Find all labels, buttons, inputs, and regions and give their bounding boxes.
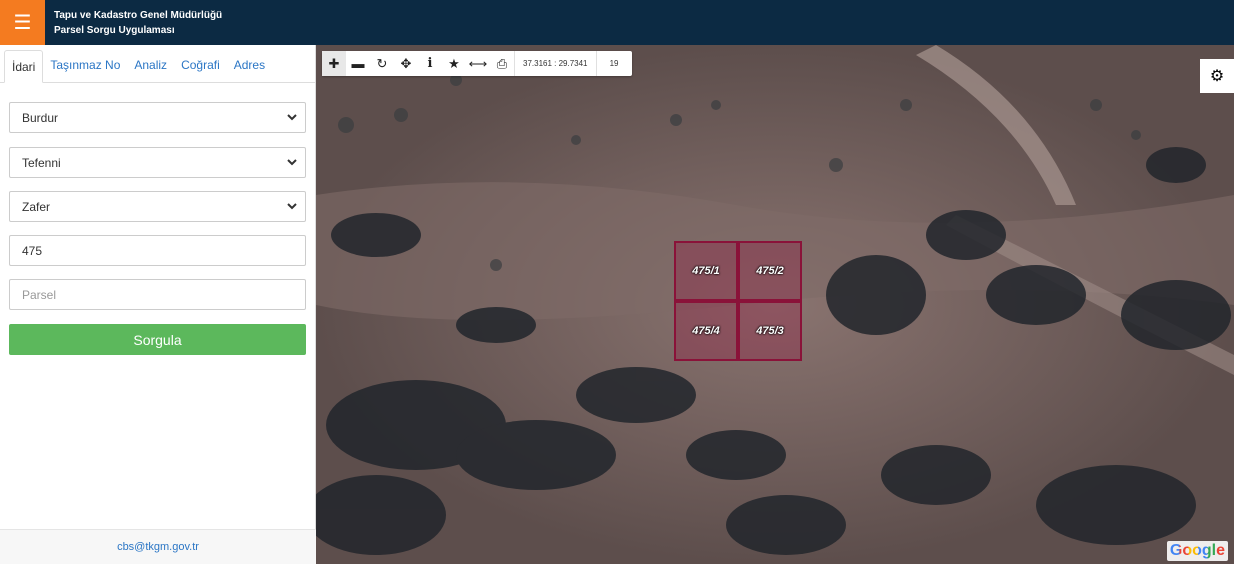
parcel-input[interactable]: Parsel: [9, 279, 306, 310]
zoom-in-icon[interactable]: ✚: [322, 51, 346, 76]
app-title: Tapu ve Kadastro Genel Müdürlüğü Parsel …: [54, 8, 222, 38]
tab-bar: İdari Taşınmaz No Analiz Coğrafi Adres: [0, 45, 316, 83]
parcel-475-4[interactable]: 475/4: [674, 301, 738, 361]
tab-cografi[interactable]: Coğrafi: [174, 49, 227, 82]
tab-analiz[interactable]: Analiz: [127, 49, 174, 82]
map-view[interactable]: ✚ ▬ ↻ ✥ i ★ ⟷ ⎙ 37.3161 : 29.7341 19 ⚙ 4…: [316, 45, 1234, 564]
zoom-out-icon[interactable]: ▬: [346, 51, 370, 76]
favorite-icon[interactable]: ★: [442, 51, 466, 76]
hamburger-icon: ☰: [13, 12, 32, 34]
block-input[interactable]: 475: [9, 235, 306, 266]
sidebar-footer: cbs@tkgm.gov.tr: [0, 529, 316, 564]
province-select[interactable]: Burdur: [9, 102, 306, 133]
block-input-value: 475: [22, 243, 43, 258]
gear-icon: ⚙: [1209, 68, 1225, 85]
neighborhood-select-value: Zafer: [22, 199, 51, 214]
parcel-input-placeholder: Parsel: [22, 287, 57, 302]
neighborhood-select[interactable]: Zafer: [9, 191, 306, 222]
chevron-down-icon: [287, 159, 297, 166]
parcel-475-1[interactable]: 475/1: [674, 241, 738, 301]
query-button[interactable]: Sorgula: [9, 324, 306, 355]
tab-idari[interactable]: İdari: [4, 50, 44, 83]
settings-button[interactable]: ⚙: [1200, 59, 1234, 93]
zoom-level-readout: 19: [595, 51, 632, 76]
parcel-475-2[interactable]: 475/2: [738, 241, 802, 301]
chevron-down-icon: [287, 114, 297, 121]
chevron-down-icon: [287, 203, 297, 210]
district-select[interactable]: Tefenni: [9, 147, 306, 178]
parcel-475-3[interactable]: 475/3: [738, 301, 802, 361]
menu-button[interactable]: ☰: [0, 0, 45, 45]
app-title-line1: Tapu ve Kadastro Genel Müdürlüğü: [54, 10, 223, 21]
contact-email-link[interactable]: cbs@tkgm.gov.tr: [117, 541, 199, 553]
app-title-line2: Parsel Sorgu Uygulaması: [54, 25, 175, 36]
map-toolbar: ✚ ▬ ↻ ✥ i ★ ⟷ ⎙ 37.3161 : 29.7341 19: [322, 51, 632, 76]
province-select-value: Burdur: [22, 110, 59, 125]
app-header: ☰ Tapu ve Kadastro Genel Müdürlüğü Parse…: [0, 0, 1234, 45]
google-logo-text: Google: [1169, 542, 1225, 559]
tab-tasinmaz-no[interactable]: Taşınmaz No: [43, 49, 127, 82]
measure-icon[interactable]: ⟷: [466, 51, 490, 76]
district-select-value: Tefenni: [22, 155, 61, 170]
coordinate-readout: 37.3161 : 29.7341: [514, 51, 596, 76]
sidebar: İdari Taşınmaz No Analiz Coğrafi Adres B…: [0, 45, 316, 564]
tab-adres[interactable]: Adres: [227, 49, 272, 82]
print-icon[interactable]: ⎙: [490, 51, 514, 76]
locate-icon[interactable]: ✥: [394, 51, 418, 76]
refresh-icon[interactable]: ↻: [370, 51, 394, 76]
info-icon[interactable]: i: [418, 51, 442, 76]
google-attribution-logo: Google: [1166, 541, 1228, 561]
